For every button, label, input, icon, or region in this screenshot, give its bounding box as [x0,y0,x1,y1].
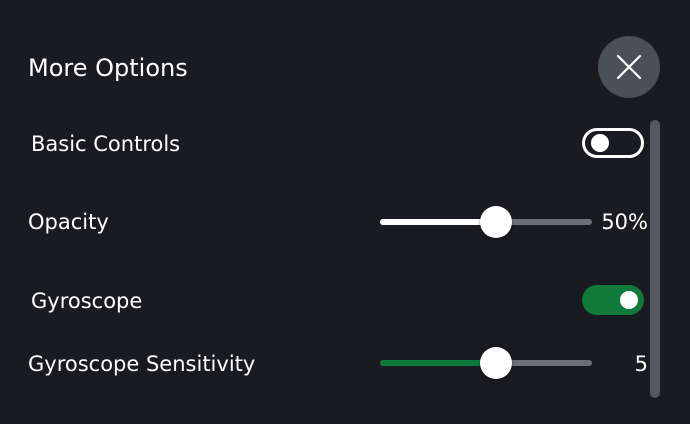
more-options-panel: More Options Basic Controls Opacity 50% … [0,0,690,424]
basic-controls-toggle[interactable] [582,128,644,158]
gyroscope-label: Gyroscope [31,289,143,313]
toggle-knob [620,291,638,309]
opacity-slider-thumb[interactable] [480,206,512,238]
toggle-knob [591,134,609,152]
opacity-label: Opacity [28,210,109,234]
opacity-value: 50% [601,210,648,234]
gyroscope-toggle[interactable] [582,285,644,315]
close-button[interactable] [598,36,660,98]
gyroscope-sensitivity-slider-fill [380,360,486,366]
close-icon [616,54,642,80]
gyroscope-sensitivity-slider[interactable] [380,345,592,381]
opacity-slider-fill [380,219,486,225]
gyroscope-sensitivity-value: 5 [634,352,648,376]
gyroscope-sensitivity-label: Gyroscope Sensitivity [28,352,256,376]
panel-title: More Options [28,54,188,82]
gyroscope-sensitivity-slider-thumb[interactable] [480,347,512,379]
opacity-slider[interactable] [380,204,592,240]
basic-controls-label: Basic Controls [31,132,181,156]
scrollbar[interactable] [650,120,660,398]
